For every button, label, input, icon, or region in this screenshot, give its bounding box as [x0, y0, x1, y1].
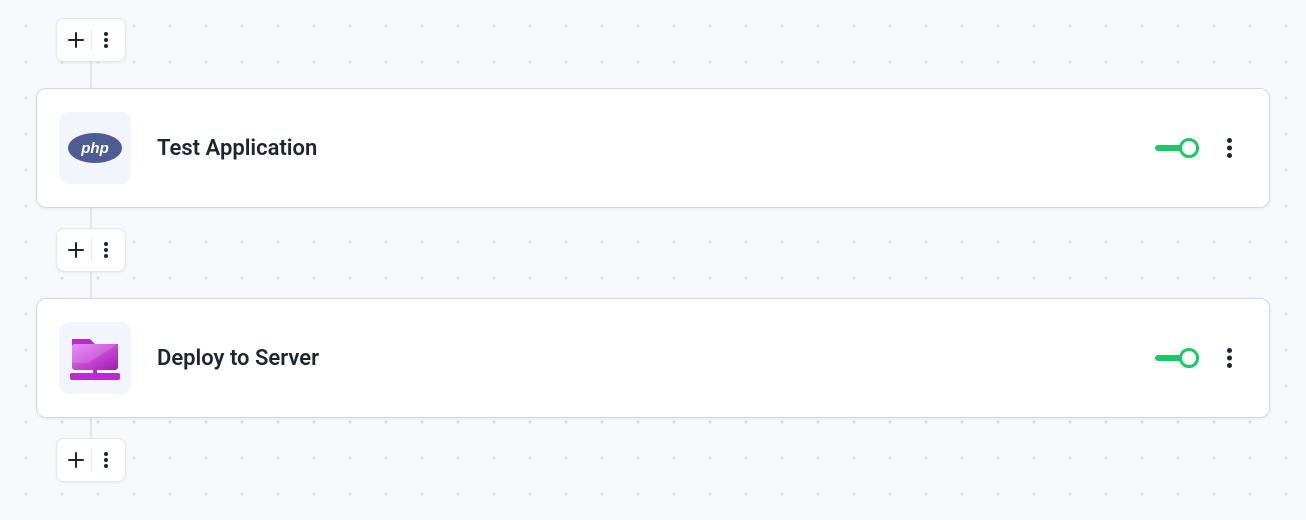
add-step-node	[56, 438, 126, 482]
plus-icon	[68, 242, 84, 258]
step-enable-toggle[interactable]	[1155, 347, 1199, 369]
plus-icon	[68, 452, 84, 468]
kebab-icon	[104, 452, 108, 468]
deploy-folder-icon	[68, 333, 122, 383]
divider	[91, 239, 92, 261]
kebab-icon	[1227, 138, 1232, 158]
divider	[91, 449, 92, 471]
kebab-icon	[104, 32, 108, 48]
divider	[91, 29, 92, 51]
svg-text:php: php	[80, 140, 109, 157]
plus-icon	[68, 32, 84, 48]
toggle-knob	[1179, 348, 1199, 368]
step-icon-wrap: php	[59, 112, 131, 184]
toggle-knob	[1179, 138, 1199, 158]
add-step-button[interactable]	[63, 242, 89, 258]
step-enable-toggle[interactable]	[1155, 137, 1199, 159]
php-icon: php	[67, 131, 123, 165]
add-step-node	[56, 18, 126, 62]
step-icon-wrap	[59, 322, 131, 394]
step-title: Test Application	[157, 136, 1155, 161]
kebab-icon	[1227, 348, 1232, 368]
step-menu-button[interactable]	[1217, 136, 1241, 160]
kebab-icon	[104, 242, 108, 258]
step-menu-button[interactable]	[1217, 346, 1241, 370]
node-menu-button[interactable]	[94, 32, 120, 48]
pipeline-canvas: php Test Application	[0, 0, 1306, 520]
add-step-button[interactable]	[63, 32, 89, 48]
node-menu-button[interactable]	[94, 452, 120, 468]
connector-line	[90, 60, 92, 90]
pipeline-step[interactable]: Deploy to Server	[36, 298, 1270, 418]
node-menu-button[interactable]	[94, 242, 120, 258]
step-title: Deploy to Server	[157, 346, 1155, 371]
add-step-button[interactable]	[63, 452, 89, 468]
add-step-node	[56, 228, 126, 272]
pipeline-step[interactable]: php Test Application	[36, 88, 1270, 208]
